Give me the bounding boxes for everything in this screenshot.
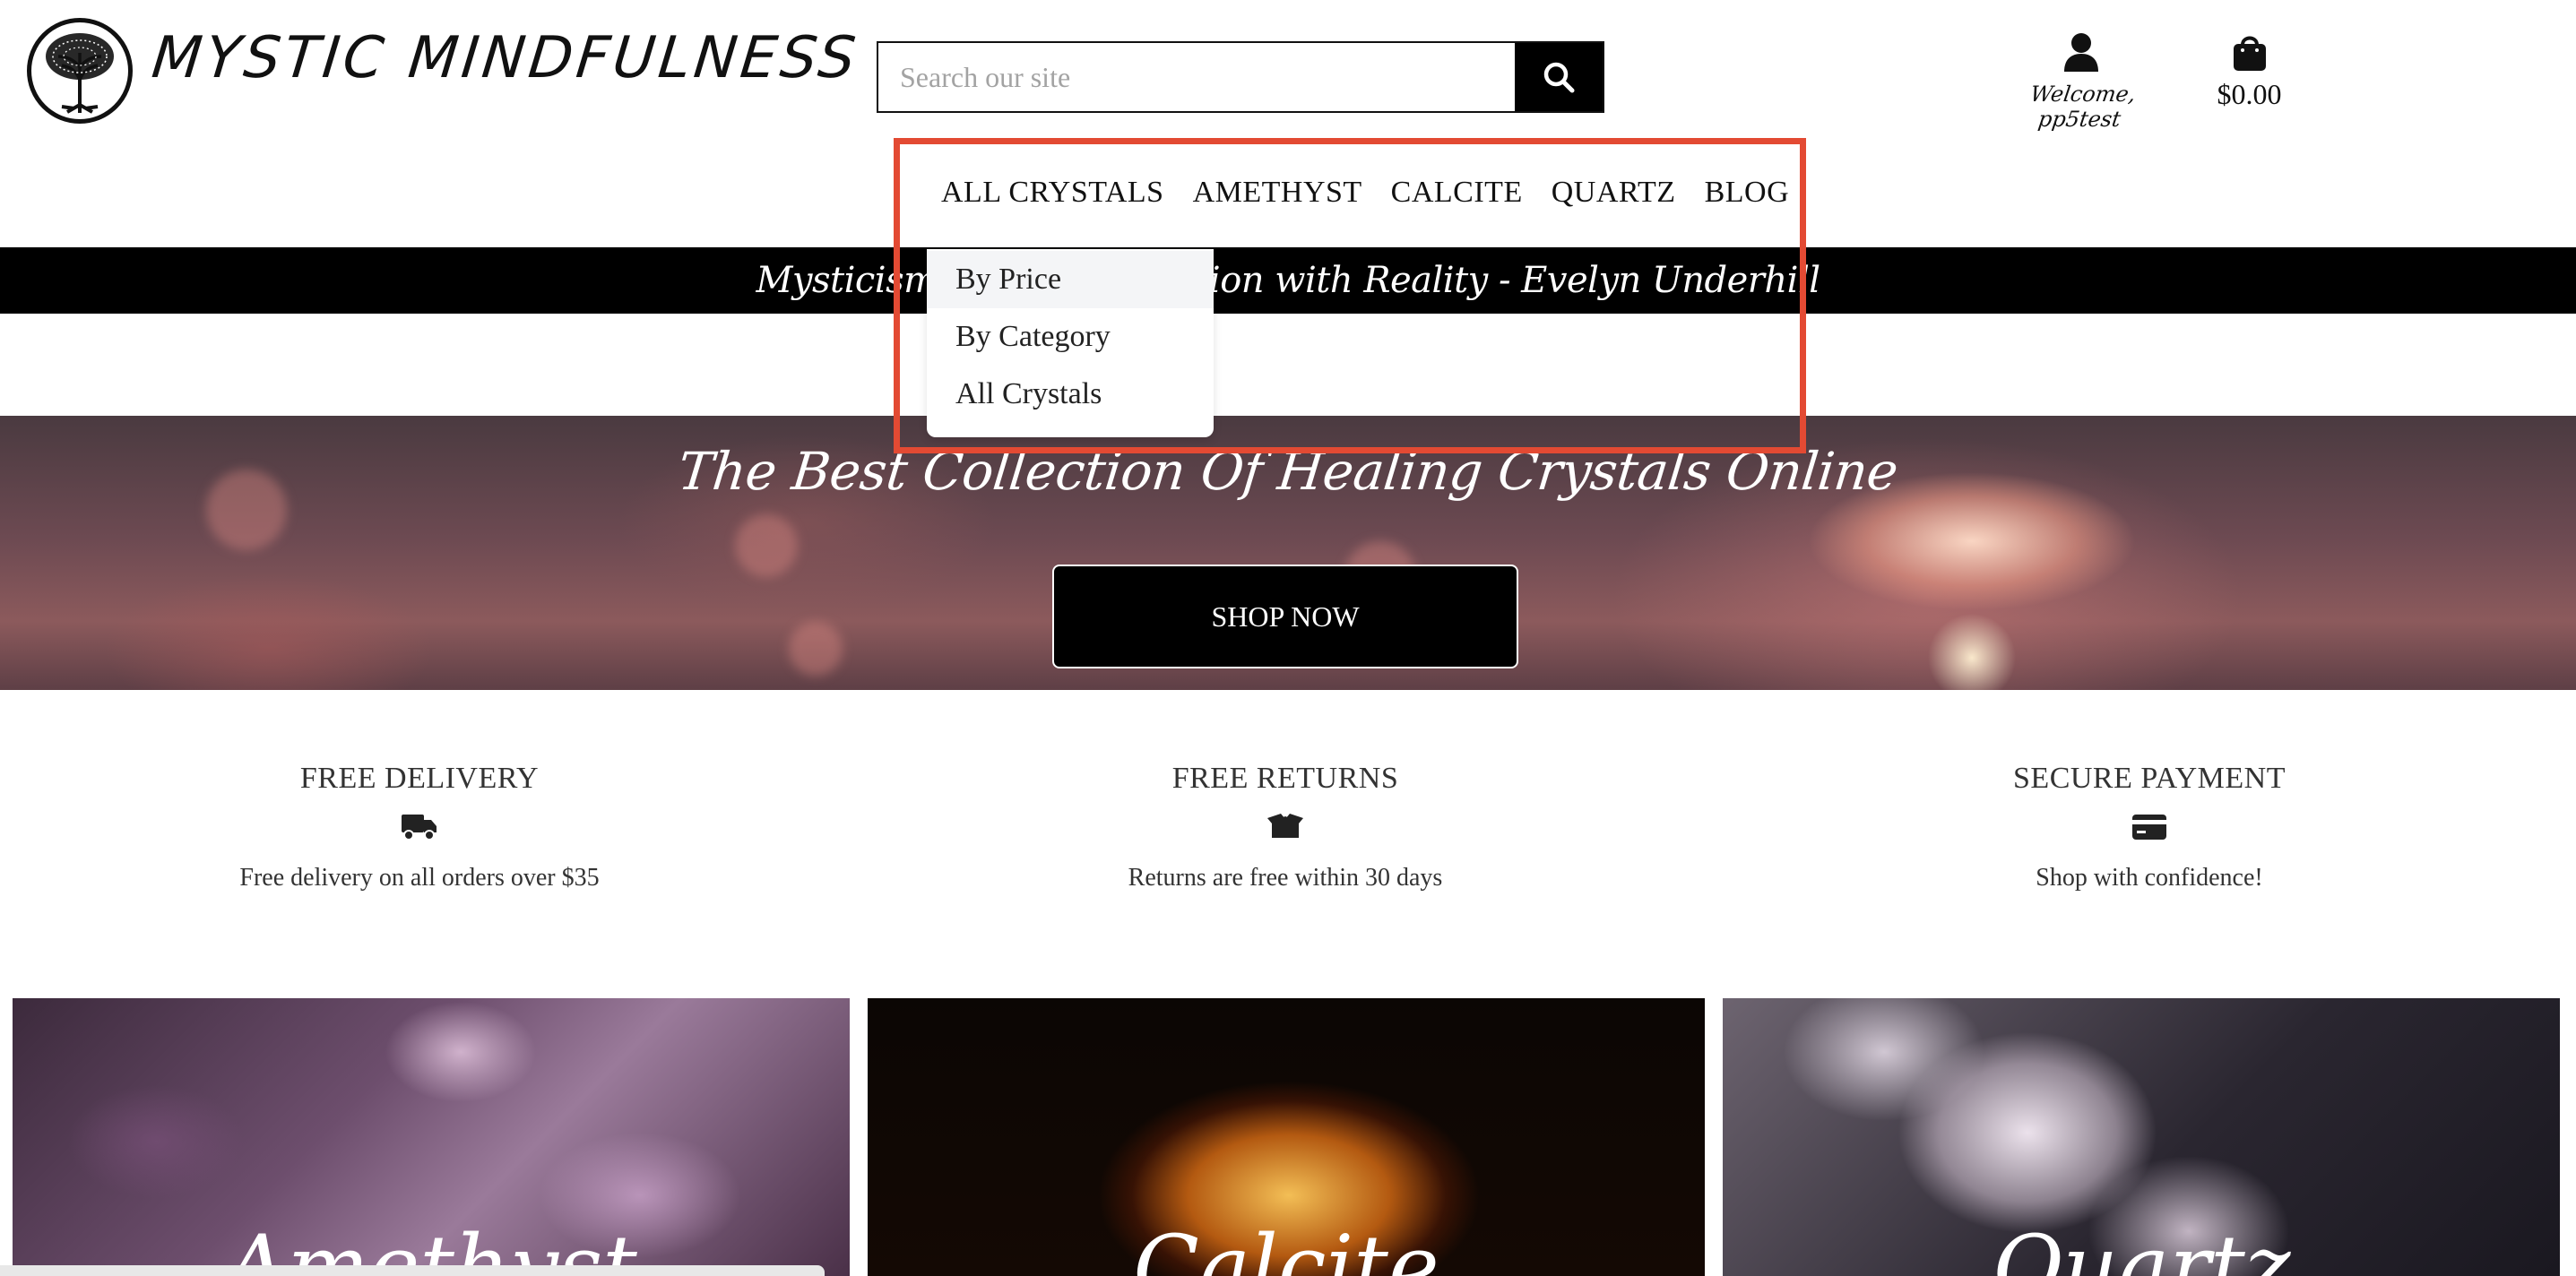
category-tile-label: Calcite [1133, 1217, 1439, 1276]
feature-free-delivery: FREE DELIVERY Free delivery on all order… [106, 762, 733, 892]
category-tile-amethyst[interactable]: Amethyst [13, 998, 850, 1276]
feature-description: Free delivery on all orders over $35 [239, 864, 600, 892]
brand-name[interactable]: MYSTIC MINDFULNESS [149, 25, 862, 91]
shop-now-button[interactable]: SHOP NOW [1052, 565, 1518, 668]
user-icon [2064, 33, 2098, 72]
truck-icon [402, 815, 437, 841]
search-button[interactable] [1515, 43, 1603, 111]
dropdown-item-all-crystals[interactable]: All Crystals [927, 366, 1214, 423]
account-link[interactable]: Welcome, pp5test [2001, 32, 2162, 132]
dropdown-item-by-category[interactable]: By Category [927, 308, 1214, 366]
tree-of-life-icon[interactable] [27, 18, 133, 124]
credit-card-icon [2132, 815, 2166, 840]
search-form [877, 41, 1604, 113]
feature-title: FREE DELIVERY [299, 762, 540, 795]
account-label: Welcome, pp5test [2028, 82, 2138, 132]
site-header: MYSTIC MINDFULNESS Welcome, pp5test $0.0… [0, 0, 2576, 143]
feature-description: Returns are free within 30 days [1128, 864, 1443, 892]
hero-bokeh [789, 622, 843, 676]
nav-item-all-crystals[interactable]: ALL CRYSTALS [941, 176, 1164, 210]
main-nav: ALL CRYSTALS AMETHYST CALCITE QUARTZ BLO… [941, 176, 1789, 210]
category-tile-calcite[interactable]: Calcite [868, 998, 1705, 1276]
feature-title: SECURE PAYMENT [2013, 762, 2286, 795]
nav-item-amethyst[interactable]: AMETHYST [1193, 176, 1362, 210]
feature-description: Shop with confidence! [2036, 864, 2263, 892]
feature-free-returns: FREE RETURNS Returns are free within 30 … [972, 762, 1599, 892]
nav-item-quartz[interactable]: QUARTZ [1552, 176, 1676, 210]
cookie-banner-edge [0, 1265, 825, 1276]
quote-banner: Mysticism is the art of union with Reali… [0, 247, 2576, 314]
cart-link[interactable]: $0.00 [2207, 32, 2292, 111]
shopping-bag-icon [2233, 36, 2266, 71]
nav-item-blog[interactable]: BLOG [1705, 176, 1790, 210]
search-input[interactable] [878, 43, 1515, 111]
cart-total: $0.00 [2217, 78, 2282, 110]
feature-secure-payment: SECURE PAYMENT Shop with confidence! [1836, 762, 2463, 892]
category-tile-label: Quartz [1992, 1217, 2291, 1276]
dropdown-item-by-price[interactable]: By Price [927, 251, 1214, 308]
search-icon [1543, 62, 1575, 93]
hero-bokeh [735, 514, 798, 577]
nav-item-calcite[interactable]: CALCITE [1391, 176, 1523, 210]
category-tile-quartz[interactable]: Quartz [1723, 998, 2560, 1276]
hero-title: The Best Collection Of Healing Crystals … [675, 441, 1901, 502]
feature-title: FREE RETURNS [1171, 762, 1399, 795]
quote-text: Mysticism is the art of union with Reali… [756, 260, 1820, 301]
all-crystals-dropdown: By Price By Category All Crystals [927, 249, 1214, 437]
hero-banner: The Best Collection Of Healing Crystals … [0, 416, 2576, 690]
box-open-icon [1267, 814, 1303, 838]
